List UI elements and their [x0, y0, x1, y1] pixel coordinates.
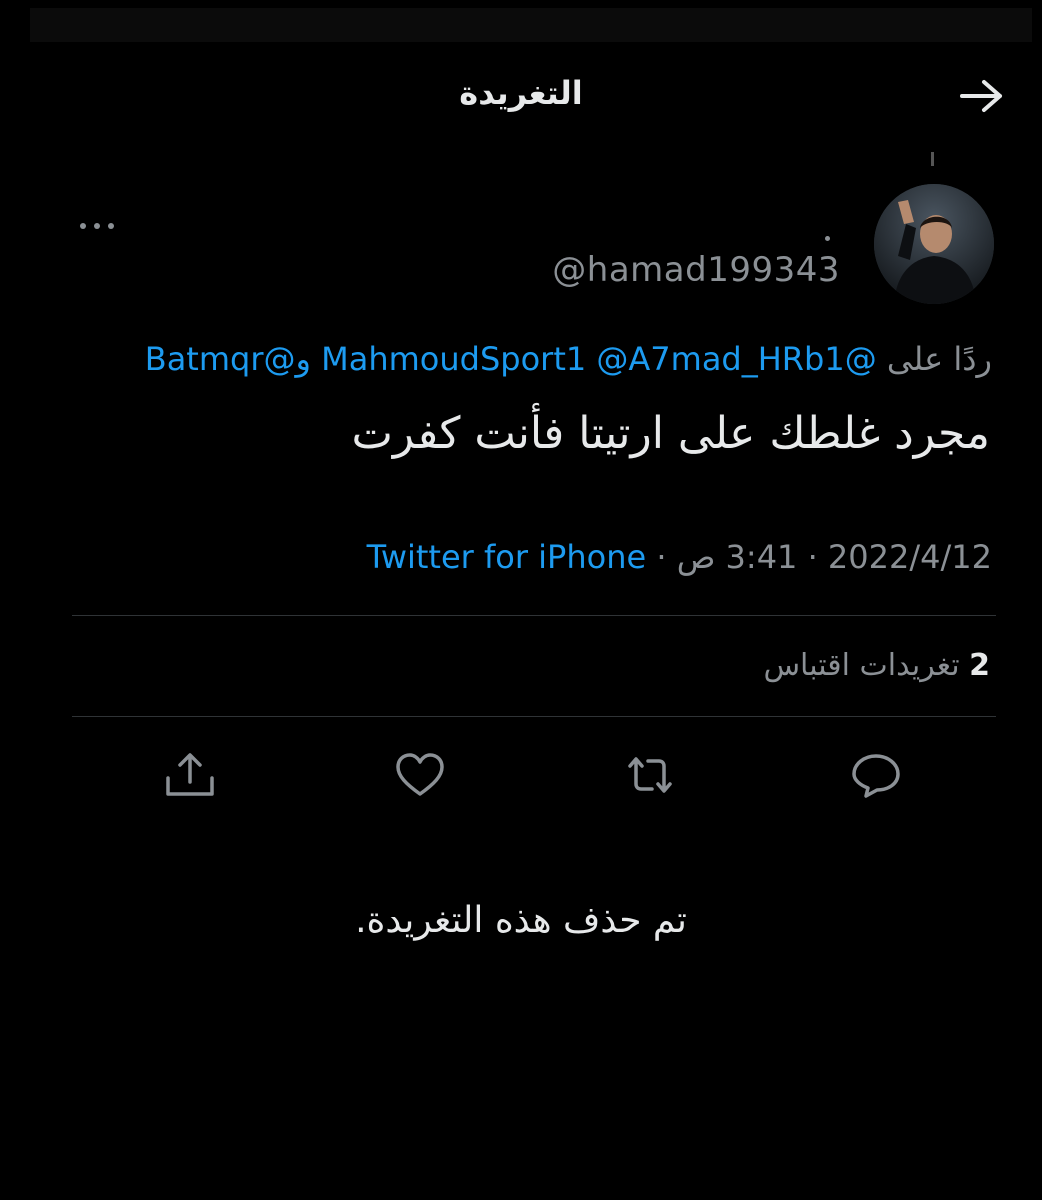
- quote-tweets-link[interactable]: 2 تغريدات اقتباس: [763, 648, 990, 683]
- tweet-date: 2022/4/12: [827, 538, 992, 576]
- tweet-metadata: 2022/4/12 · 3:41 ص · Twitter for iPhone: [367, 538, 992, 576]
- tweet-time: 3:41 ص: [676, 538, 798, 576]
- deleted-tweet-notice: تم حذف هذه التغريدة.: [355, 900, 687, 941]
- thread-connector: [931, 152, 934, 166]
- tweet-source-link[interactable]: Twitter for iPhone: [367, 538, 647, 576]
- reply-to-line: ردًا على @MahmoudSport1 @A7mad_HRb1 و@Ba…: [145, 340, 992, 378]
- reply-prefix: ردًا على: [886, 340, 992, 378]
- share-icon[interactable]: [162, 750, 218, 800]
- reply-conjunction: و: [295, 340, 311, 378]
- back-arrow-icon[interactable]: [958, 76, 1006, 116]
- divider: [72, 716, 996, 717]
- meta-separator: ·: [807, 538, 818, 576]
- mention-link[interactable]: @A7mad_HRb1: [596, 340, 844, 378]
- tweet-text: مجرد غلطك على ارتيتا فأنت كفرت: [351, 408, 991, 459]
- meta-separator: ·: [656, 538, 667, 576]
- page-title: التغريدة: [459, 74, 583, 112]
- separator-dot: [825, 236, 830, 241]
- quote-count: 2: [969, 648, 990, 683]
- quote-label: تغريدات اقتباس: [763, 648, 960, 683]
- avatar[interactable]: [874, 184, 994, 304]
- like-icon[interactable]: [392, 750, 448, 800]
- top-status-strip: [30, 8, 1032, 42]
- divider: [72, 615, 996, 616]
- mention-link[interactable]: @Batmqr: [145, 340, 296, 378]
- retweet-icon[interactable]: [622, 750, 678, 800]
- reply-icon[interactable]: [848, 750, 904, 800]
- user-handle[interactable]: @hamad199343: [552, 250, 840, 290]
- more-options-icon[interactable]: [76, 216, 118, 236]
